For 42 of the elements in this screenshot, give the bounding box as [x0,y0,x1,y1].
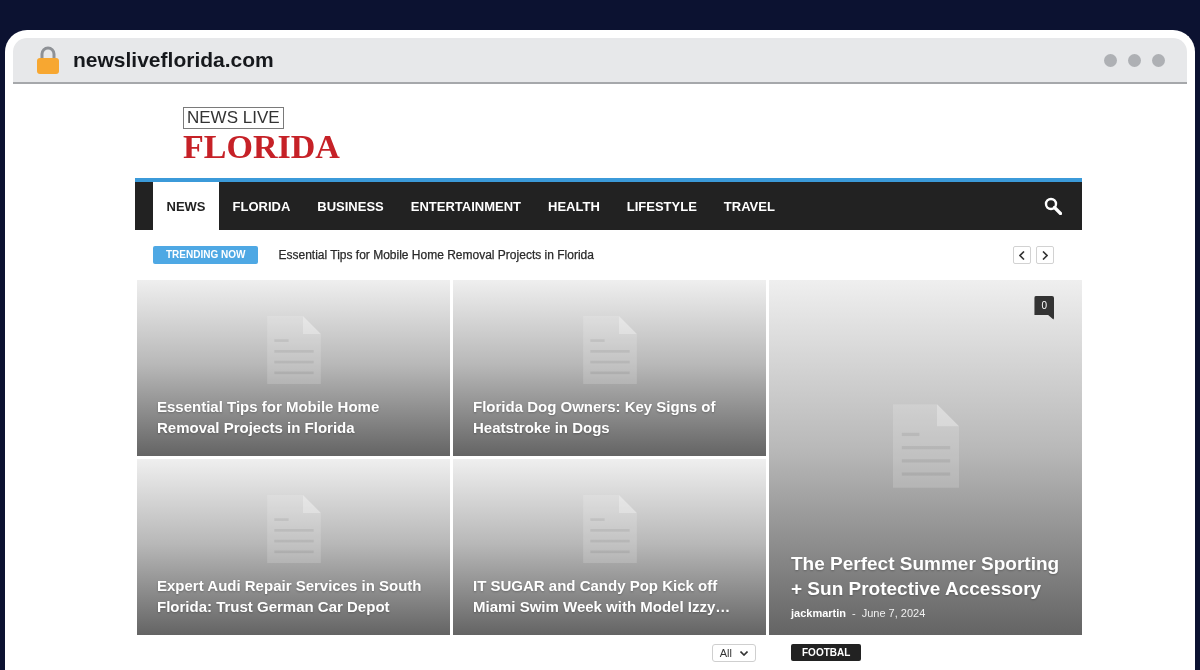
trending-label: TRENDING NOW [153,246,259,264]
window-control-icon [1128,53,1141,67]
filter-dropdown[interactable]: All [711,644,756,662]
document-icon [266,495,321,563]
nav-tab[interactable]: TRAVEL [710,182,789,230]
padlock-icon [37,46,59,74]
article-card[interactable]: Florida Dog Owners: Key Signs of Heatstroke in Dogs [453,280,766,456]
author-link[interactable]: jackmartin [791,607,847,619]
nav-tab[interactable]: LIFESTYLE [613,182,711,230]
comment-count[interactable]: 0 [1034,296,1054,320]
article-title[interactable]: The Perfect Summer Sporting + Sun Protective Accessory [769,551,1082,607]
window-control-icon [1152,53,1165,67]
article-card[interactable]: Essential Tips for Mobile Home Removal Projects in Florida [137,280,450,456]
nav-tab[interactable]: ENTERTAINMENT [397,182,535,230]
category-tag[interactable]: FOOTBAL [791,644,862,661]
trending-headline[interactable]: Essential Tips for Mobile Home Removal Projects in Florida [278,248,594,262]
nav-tab[interactable]: BUSINESS [303,182,398,230]
nav-tab[interactable]: HEALTH [534,182,614,230]
document-icon [582,316,637,384]
meta-separator: - [852,607,856,619]
post-date: June 7, 2024 [861,607,926,619]
site-logo[interactable]: NEWS LIVE FLORIDA [183,107,340,163]
document-icon [582,495,637,563]
article-title[interactable]: Essential Tips for Mobile Home Removal Projects in Florida [137,396,450,456]
nav-tab[interactable]: FLORIDA [219,182,304,230]
article-card[interactable]: IT SUGAR and Candy Pop Kick off Miami Swim Week with Model Izzy… [453,459,766,635]
document-icon [892,403,959,488]
article-title[interactable]: Florida Dog Owners: Key Signs of Heatstroke in Dogs [453,396,766,456]
article-title[interactable]: IT SUGAR and Candy Pop Kick off Miami Swim Week with Model Izzy… [453,575,766,635]
search-icon[interactable] [1044,197,1062,215]
caret-icon [740,650,748,656]
nav-tab[interactable]: NEWS [153,182,219,230]
previous-button[interactable] [1013,246,1031,264]
url-text: newsliveflorida.com [73,48,274,72]
chevron-left-icon [1019,250,1025,260]
next-button[interactable] [1036,246,1054,264]
article-card[interactable]: Expert Audi Repair Services in South Florida: Trust German Car Depot [137,459,450,635]
document-icon [266,316,321,384]
article-card[interactable]: 0 The Perfect Summer Sporting + Sun Protective Accessory jackmartin - June 7, 2024 [769,280,1082,635]
chevron-right-icon [1042,250,1048,260]
article-title[interactable]: Expert Audi Repair Services in South Florida: Trust German Car Depot [137,575,450,635]
window-control-icon [1104,53,1117,67]
